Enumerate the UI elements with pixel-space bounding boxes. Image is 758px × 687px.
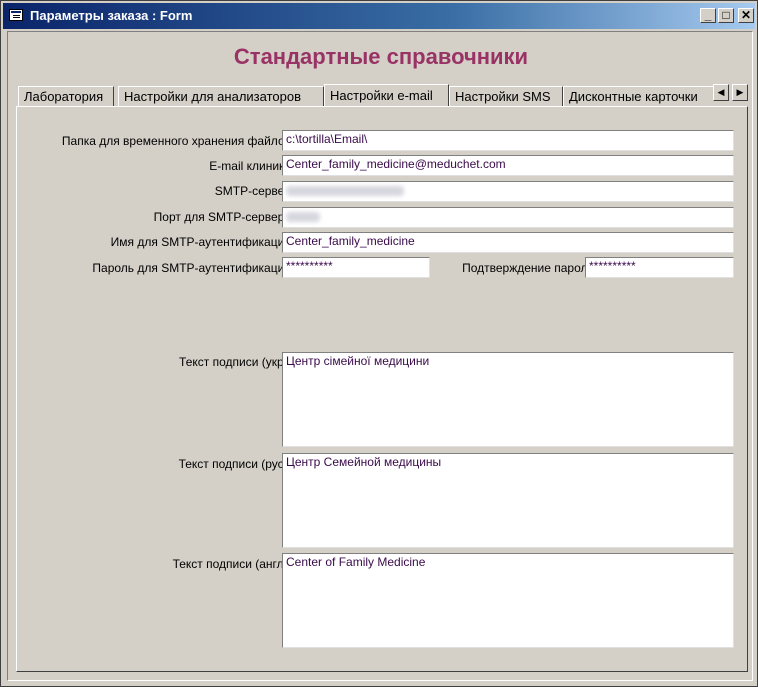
email-settings-panel: Папка для временного хранения файлов c:\… <box>16 106 748 672</box>
smtp-server-label: SMTP-сервер <box>214 184 291 198</box>
redacted-value <box>286 212 320 222</box>
tab-scroll-right-button[interactable]: ▶ <box>732 84 748 101</box>
password-confirm-input[interactable]: ********** <box>585 257 734 278</box>
tab-laboratory[interactable]: Лаборатория <box>18 86 114 106</box>
redacted-value <box>286 186 404 196</box>
tab-sms-settings[interactable]: Настройки SMS <box>449 86 563 106</box>
smtp-password-label: Пароль для SMTP-аутентификации <box>92 261 291 275</box>
signature-rus-textarea[interactable]: Центр Семейной медицины <box>282 453 734 548</box>
signature-eng-textarea[interactable]: Center of Family Medicine <box>282 553 734 648</box>
page-title: Стандартные справочники <box>233 44 529 69</box>
form-icon[interactable] <box>9 9 23 21</box>
signature-eng-label: Текст подписи (англ.) <box>172 557 291 571</box>
clinic-email-label: E-mail клиники <box>209 159 291 173</box>
signature-ukr-label: Текст подписи (укр.) <box>179 355 291 369</box>
window-title: Параметры заказа : Form <box>30 8 193 23</box>
tab-analyzer-settings[interactable]: Настройки для анализаторов <box>118 86 324 106</box>
tab-strip: Лаборатория Настройки для анализаторов Н… <box>18 84 718 106</box>
signature-rus-label: Текст подписи (рус.) <box>178 457 291 471</box>
smtp-password-input[interactable]: ********** <box>282 257 430 278</box>
temp-folder-input[interactable]: c:\tortilla\Email\ <box>282 130 734 151</box>
smtp-port-label: Порт для SMTP-сервера <box>153 210 291 224</box>
signature-ukr-textarea[interactable]: Центр сімейної медицини <box>282 352 734 447</box>
temp-folder-label: Папка для временного хранения файлов <box>61 134 291 148</box>
tab-discount-cards[interactable]: Дисконтные карточки <box>563 86 718 106</box>
form-window: Параметры заказа : Form _ □ ✕ Стандартны… <box>0 0 758 687</box>
form-client-area: Стандартные справочники Лаборатория Наст… <box>7 31 753 681</box>
title-bar[interactable]: Параметры заказа : Form _ □ ✕ <box>3 3 755 29</box>
clinic-email-input[interactable]: Center_family_medicine@meduchet.com <box>282 155 734 176</box>
tab-email-settings[interactable]: Настройки e-mail <box>324 84 449 106</box>
minimize-button[interactable]: _ <box>700 8 716 23</box>
smtp-server-input[interactable] <box>282 181 734 202</box>
tab-scroll-left-button[interactable]: ◀ <box>713 84 729 101</box>
close-button[interactable]: ✕ <box>738 8 754 23</box>
password-confirm-label: Подтверждение пароля <box>462 261 594 275</box>
smtp-port-input[interactable] <box>282 207 734 228</box>
maximize-button[interactable]: □ <box>718 8 734 23</box>
smtp-user-label: Имя для SMTP-аутентификации <box>110 235 291 249</box>
smtp-user-input[interactable]: Center_family_medicine <box>282 232 734 253</box>
